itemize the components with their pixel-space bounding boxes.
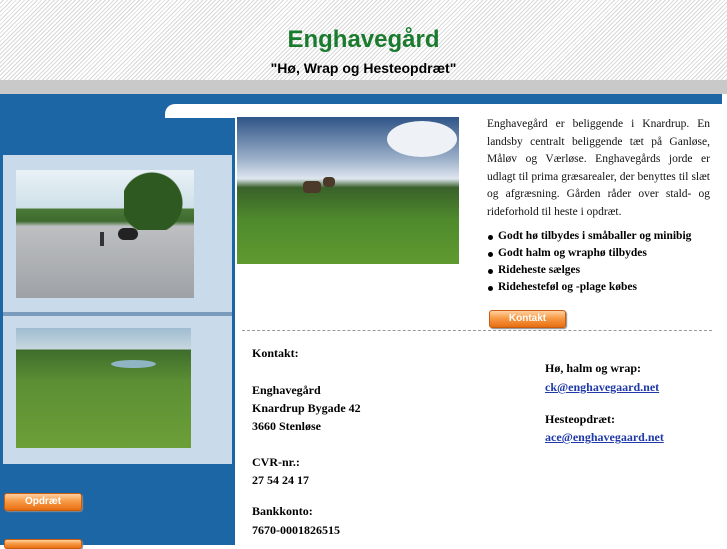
feature-list: Godt hø tilbydes i småballer og minibig … <box>487 228 717 296</box>
kontakt-button[interactable]: Kontakt <box>489 310 566 328</box>
hay-label: Hø, halm og wrap: <box>545 361 641 375</box>
contact-heading: Kontakt: <box>252 346 299 360</box>
bank-label: Bankkonto: <box>252 504 313 518</box>
landscape-field-photo <box>16 328 191 448</box>
content-divider <box>242 330 712 331</box>
contact-street: Knardrup Bygade 42 <box>252 401 361 415</box>
cvr-label: CVR-nr.: <box>252 455 300 469</box>
sidebar-nav-button[interactable] <box>4 539 82 549</box>
feature-item: Godt halm og wraphø tilbydes <box>487 245 717 262</box>
site-subtitle: "Hø, Wrap og Hesteopdræt" <box>270 60 457 76</box>
feature-item: Ridehesteføl og -plage købes <box>487 279 717 296</box>
trees-shape <box>124 170 194 230</box>
cloud-shape <box>387 121 457 157</box>
feature-item: Rideheste sælges <box>487 262 717 279</box>
person-shape <box>100 232 104 246</box>
horse-rider-shape <box>118 228 138 240</box>
bank-value: 7670-0001826515 <box>252 523 340 537</box>
site-title: Enghavegård <box>287 26 440 53</box>
header-gray-band <box>0 80 727 94</box>
intro-paragraph: Enghavegård er beliggende i Knardrup. En… <box>487 118 710 218</box>
contact-name: Enghavegård <box>252 383 321 397</box>
riding-arena-photo <box>16 170 194 298</box>
cvr-value: 27 54 24 17 <box>252 473 309 487</box>
horse-shape <box>323 177 335 187</box>
opdraet-button[interactable]: Opdræt <box>4 493 82 511</box>
horse-shape <box>303 181 321 193</box>
breeding-label: Hesteopdræt: <box>545 412 615 426</box>
pond-shape <box>111 360 156 368</box>
feature-item: Godt hø tilbydes i småballer og minibig <box>487 228 717 245</box>
hay-email-link[interactable]: ck@enghavegaard.net <box>545 380 659 394</box>
pasture-horses-photo <box>237 117 459 264</box>
breeding-email-link[interactable]: ace@enghavegaard.net <box>545 430 664 444</box>
contact-city: 3660 Stenløse <box>252 419 321 433</box>
